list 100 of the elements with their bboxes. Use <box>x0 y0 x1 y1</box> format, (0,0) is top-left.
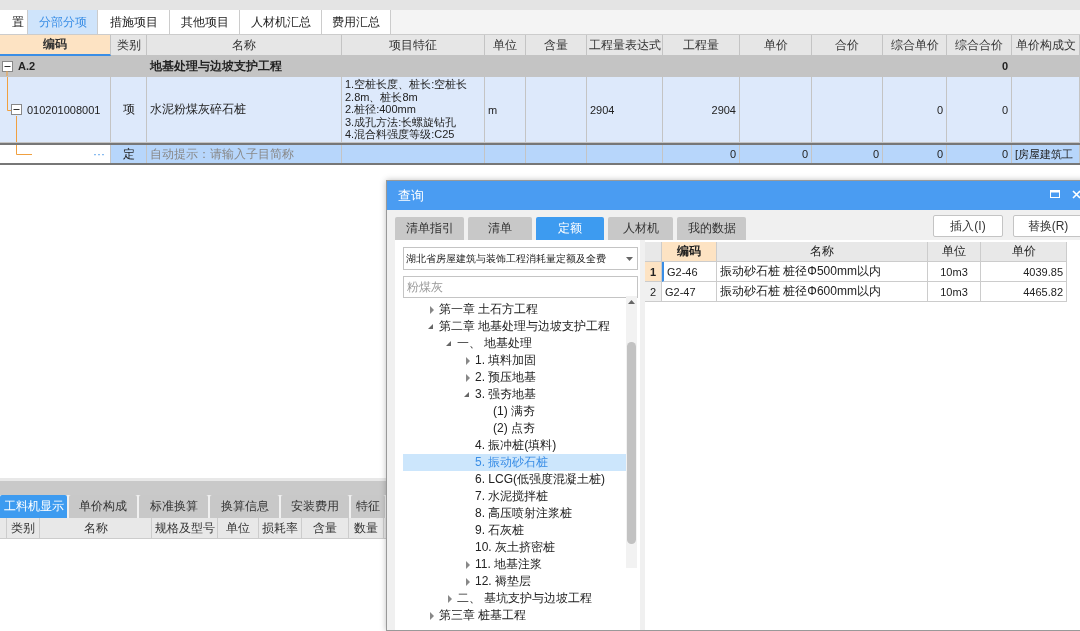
tree-row[interactable]: 2. 预压地基 <box>403 369 626 386</box>
row-number[interactable]: 1 <box>645 262 662 282</box>
tree-row[interactable]: 二、 基坑支护与边坡工程 <box>403 590 626 607</box>
column-header[interactable]: 工程量表达式 <box>587 35 663 56</box>
dropdown-value: 湖北省房屋建筑与装饰工程消耗量定额及全费 <box>406 251 606 266</box>
maximize-icon[interactable] <box>1050 190 1060 198</box>
table-cell: [房屋建筑工 <box>1012 145 1080 163</box>
column-header[interactable]: 含量 <box>302 518 349 538</box>
tree-item-label: (2) 点夯 <box>493 420 535 437</box>
table-cell: 振动砂石桩 桩径Φ500mm以内 <box>717 262 928 282</box>
tree-item-label: 一、 地基处理 <box>457 335 533 352</box>
tab[interactable]: 其他项目 <box>170 10 240 34</box>
tree-item-label: 12. 褥垫层 <box>475 573 531 590</box>
table-cell: 0 <box>812 145 883 163</box>
column-header[interactable]: 数量 <box>349 518 384 538</box>
tab[interactable]: 人材机 <box>608 217 673 240</box>
column-header[interactable]: 单价 <box>981 242 1067 262</box>
column-header[interactable]: 合价 <box>812 35 883 56</box>
column-header[interactable]: 名称 <box>717 242 928 262</box>
tree-item-label: 第一章 土石方工程 <box>439 301 539 318</box>
column-header[interactable]: 规格及型号 <box>152 518 218 538</box>
row-number[interactable]: 2 <box>645 282 662 302</box>
item-code: 010201008001 <box>27 103 101 116</box>
column-header[interactable]: 单价 <box>740 35 812 56</box>
tree-item-label: 5. 振动砂石桩 <box>475 454 549 471</box>
column-header[interactable]: 名称 <box>147 35 342 56</box>
table-cell: G2-47 <box>662 282 717 302</box>
tree-item-label: (1) 满夯 <box>493 403 535 420</box>
tree-row[interactable]: 9. 石灰桩 <box>403 522 626 539</box>
tree-item-label: 9. 石灰桩 <box>475 522 525 539</box>
search-field[interactable]: 粉煤灰 <box>403 276 638 298</box>
tab[interactable]: 费用汇总 <box>322 10 391 34</box>
tab[interactable]: 清单 <box>468 217 532 240</box>
tree-item-label: 1. 填料加固 <box>475 352 537 369</box>
column-header[interactable]: 单位 <box>218 518 259 538</box>
tab[interactable]: 换算信息 <box>210 495 279 518</box>
tree-row[interactable]: 一、 地基处理 <box>403 335 626 352</box>
tree-row[interactable]: 第二章 地基处理与边坡支护工程 <box>403 318 626 335</box>
more-button[interactable]: ··· <box>91 147 107 161</box>
column-header[interactable]: 含量 <box>526 35 587 56</box>
tab[interactable]: 单价构成 <box>69 495 137 518</box>
tree-item-label: 3. 强夯地基 <box>475 386 537 403</box>
column-header[interactable]: 名称 <box>40 518 152 538</box>
table-cell: 0 <box>740 145 812 163</box>
tab[interactable]: 标准换算 <box>139 495 208 518</box>
tree-item-label: 第三章 桩基工程 <box>439 607 527 624</box>
tree-row[interactable]: (2) 点夯 <box>403 420 626 437</box>
tab[interactable]: 清单指引 <box>395 217 464 240</box>
tree-row[interactable]: 11. 地基注浆 <box>403 556 626 573</box>
table-cell: 10m3 <box>928 282 981 302</box>
tree-item-label: 4. 振冲桩(填料) <box>475 437 557 454</box>
tab[interactable]: 置 <box>0 10 28 34</box>
tree-item-label: 8. 高压喷射注浆桩 <box>475 505 573 522</box>
table-cell: 0 <box>663 145 740 163</box>
table-cell: 0 <box>883 145 947 163</box>
tree-row[interactable]: 第三章 桩基工程 <box>403 607 626 624</box>
table-cell: G2-46 <box>662 262 717 282</box>
tree-item-label: 10. 灰土挤密桩 <box>475 539 555 556</box>
tree-row[interactable]: 6. LCG(低强度混凝土桩) <box>403 471 626 488</box>
code-field[interactable]: ··· <box>0 145 111 163</box>
tree-row[interactable]: 第一章 土石方工程 <box>403 301 626 318</box>
tree-row[interactable]: 7. 水泥搅拌桩 <box>403 488 626 505</box>
table-cell: 定 <box>111 145 147 163</box>
column-header[interactable]: 单位 <box>928 242 981 262</box>
tab[interactable]: 安装费用 <box>281 495 349 518</box>
tree-row[interactable]: 4. 振冲桩(填料) <box>403 437 626 454</box>
column-header[interactable]: 类别 <box>111 35 147 56</box>
column-header[interactable]: 综合合价 <box>947 35 1012 56</box>
tree-row[interactable]: 8. 高压喷射注浆桩 <box>403 505 626 522</box>
tree-row[interactable]: 12. 褥垫层 <box>403 573 626 590</box>
table-row[interactable]: A.2 地基处理与边坡支护工程 0 <box>0 56 1080 77</box>
tree-item-label: 2. 预压地基 <box>475 369 537 386</box>
tree-item-label: 第二章 地基处理与边坡支护工程 <box>439 318 611 335</box>
insert-button[interactable]: 插入(I) <box>933 215 1003 237</box>
column-header[interactable]: 损耗率 <box>259 518 302 538</box>
column-header[interactable]: 单位 <box>485 35 526 56</box>
tree-row[interactable]: 10. 灰土挤密桩 <box>403 539 626 556</box>
tree-row[interactable]: 1. 填料加固 <box>403 352 626 369</box>
tree-item-label: 11. 地基注浆 <box>475 556 543 573</box>
table-cell: 10m3 <box>928 262 981 282</box>
replace-button[interactable]: 替换(R) <box>1013 215 1080 237</box>
tab[interactable]: 人材机汇总 <box>240 10 322 34</box>
tree-row[interactable]: (1) 满夯 <box>403 403 626 420</box>
tab[interactable]: 特征 <box>351 495 385 518</box>
column-header[interactable]: 编码 <box>0 35 111 56</box>
tree-row[interactable]: 3. 强夯地基 <box>403 386 626 403</box>
library-dropdown[interactable]: 湖北省房屋建筑与装饰工程消耗量定额及全费 <box>403 247 638 270</box>
column-header[interactable]: 编码 <box>662 242 717 262</box>
column-header[interactable]: 单价构成文 <box>1012 35 1080 56</box>
table-row[interactable]: ··· 定 自动提示：请输入子目简称 0 0 0 0 0 [房屋建筑工 <box>0 143 1080 165</box>
close-icon[interactable] <box>1072 190 1080 199</box>
column-header[interactable]: 综合单价 <box>883 35 947 56</box>
column-header[interactable]: 工程量 <box>663 35 740 56</box>
dropdown-caret-icon <box>626 256 633 261</box>
column-header[interactable]: 项目特征 <box>342 35 485 56</box>
column-header[interactable]: 类别 <box>7 518 40 538</box>
tab[interactable]: 措施项目 <box>98 10 170 34</box>
table-cell: 4465.82 <box>981 282 1067 302</box>
table-row[interactable]: 010201008001 项 水泥粉煤灰碎石桩 1.空桩长度、桩长:空桩长 2.8m、桩长8m 2.桩径:400mm 3.成孔方法:长螺旋钻孔 4.混合料强度等级:C25 m 2904 2904 0 0 <box>0 77 1080 143</box>
tab[interactable]: 我的数据 <box>677 217 746 240</box>
